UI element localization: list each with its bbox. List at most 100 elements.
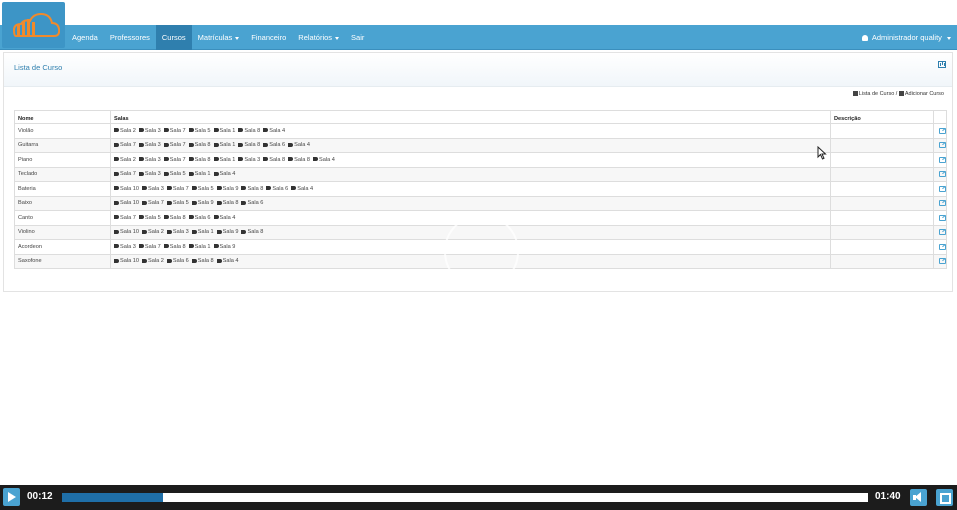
room-tag-label: Sala 3 — [144, 156, 161, 163]
user-label: Administrador quality — [871, 33, 942, 42]
room-tag: Sala 8 — [188, 157, 211, 163]
brand-logo[interactable] — [2, 2, 65, 48]
room-tag: Sala 8 — [241, 186, 263, 192]
tag-icon — [291, 186, 297, 191]
tag-icon — [141, 229, 147, 234]
room-tag-label: Sala 6 — [247, 200, 264, 207]
tag-icon — [216, 258, 222, 263]
edit-icon[interactable] — [939, 185, 946, 192]
tag-icon — [141, 258, 147, 263]
tag-icon — [191, 186, 197, 191]
video-progress-track[interactable] — [62, 493, 868, 502]
add-course-link[interactable]: Adicionar Curso — [905, 91, 944, 97]
tag-icon — [114, 258, 119, 263]
room-tag: Sala 4 — [213, 215, 235, 221]
room-tag: Sala 6 — [188, 215, 211, 221]
edit-icon[interactable] — [939, 258, 946, 264]
tag-icon — [238, 142, 244, 147]
description-cell — [830, 239, 934, 255]
room-tag: Sala 8 — [163, 215, 186, 221]
room-tag: Sala 9 — [213, 244, 235, 250]
edit-icon[interactable] — [939, 200, 946, 206]
actions-cell — [933, 181, 947, 197]
rooms-cell: Sala 7 Sala 3 Sala 5 Sala 1 Sala 4 — [110, 166, 831, 182]
room-tag-label: Sala 3 — [144, 127, 161, 134]
volume-button[interactable] — [910, 489, 927, 506]
tag-icon — [213, 142, 219, 147]
room-tag-label: Sala 2 — [120, 156, 136, 163]
tag-icon — [213, 215, 219, 220]
edit-icon[interactable] — [939, 229, 946, 235]
tag-icon — [141, 186, 147, 191]
nav-item-label: Sair — [351, 33, 365, 42]
actions-cell — [933, 166, 947, 182]
nav-item-relatorios[interactable]: Relatórios — [292, 25, 345, 50]
table-row: Baixo Sala 10 Sala 7 Sala 5 Sala 9 Sala 8 Sala… — [14, 195, 947, 211]
nav-item-professores[interactable]: Professores — [104, 25, 156, 50]
room-tag-label: Sala 1 — [194, 171, 211, 178]
nav-item-sair[interactable]: Sair — [345, 25, 370, 50]
room-tag: Sala 1 — [188, 244, 211, 250]
room-tag-label: Sala 7 — [169, 127, 186, 134]
user-menu[interactable]: Administrador quality — [862, 25, 951, 50]
file-icon — [898, 91, 904, 97]
room-tag: Sala 3 — [138, 142, 161, 148]
nav-item-agenda[interactable]: Agenda — [66, 25, 104, 50]
edit-icon[interactable] — [939, 127, 946, 134]
room-tag-label: Sala 1 — [219, 127, 236, 134]
edit-icon[interactable] — [939, 214, 946, 221]
tag-icon — [114, 186, 119, 191]
description-cell — [830, 123, 934, 139]
tag-icon — [191, 200, 197, 205]
nav-item-label: Financeiro — [251, 33, 287, 42]
cloud-logo-icon — [12, 12, 60, 37]
tag-icon — [163, 171, 169, 176]
room-tag-label: Sala 9 — [197, 200, 214, 207]
fullscreen-button[interactable] — [936, 489, 953, 506]
nav-item-matriculas[interactable]: Matrículas — [192, 25, 246, 50]
nav-item-financeiro[interactable]: Financeiro — [245, 25, 292, 50]
list-icon — [852, 91, 858, 97]
course-name-cell: Saxofone — [14, 253, 111, 269]
play-button[interactable] — [3, 488, 20, 506]
tag-icon — [163, 142, 169, 147]
room-tag-label: Sala 7 — [144, 243, 161, 250]
room-tag-label: Sala 4 — [222, 258, 239, 265]
room-tag: Sala 8 — [163, 244, 186, 250]
room-tag: Sala 7 — [114, 171, 136, 177]
tag-icon — [114, 229, 119, 234]
edit-icon[interactable] — [939, 142, 946, 148]
room-tag: Sala 1 — [213, 127, 236, 134]
room-tag-label: Sala 7 — [147, 200, 164, 207]
tag-icon — [114, 157, 119, 162]
edit-icon[interactable] — [939, 156, 946, 163]
course-name-cell: Guitarra — [14, 137, 111, 153]
room-tag: Sala 9 — [191, 200, 214, 207]
actions-cell — [933, 152, 947, 168]
room-tag-label: Sala 10 — [120, 258, 139, 265]
room-tag: Sala 3 — [138, 171, 161, 177]
room-tag: Sala 3 — [141, 186, 164, 192]
table-row: Violão Sala 2 Sala 3 Sala 7 Sala 5 Sala 1 Sala… — [14, 123, 947, 139]
table-row: Piano Sala 2 Sala 3 Sala 7 Sala 8 Sala 1 Sala … — [14, 152, 947, 168]
nav-menu: Agenda Professores Cursos Matrículas Finance… — [66, 25, 370, 50]
nav-item-cursos[interactable]: Cursos — [155, 25, 192, 50]
breadcrumb-list-link[interactable]: Lista de Curso — [859, 91, 894, 97]
course-name-cell: Teclado — [14, 166, 111, 182]
tag-icon — [138, 215, 144, 220]
tag-icon — [188, 171, 194, 176]
room-tag: Sala 7 — [166, 186, 189, 192]
room-tag: Sala 2 — [141, 258, 164, 264]
room-tag: Sala 2 — [114, 128, 136, 134]
edit-icon[interactable] — [939, 243, 946, 250]
mouse-cursor-icon — [817, 146, 827, 160]
chart-icon[interactable] — [938, 61, 946, 68]
tag-icon — [188, 157, 194, 162]
tag-icon — [163, 128, 169, 133]
room-tag-label: Sala 10 — [120, 185, 139, 192]
tag-icon — [216, 200, 222, 205]
room-tag: Sala 7 — [163, 127, 186, 134]
video-control-bar: 00:12 01:40 — [0, 485, 957, 510]
edit-icon[interactable] — [939, 171, 946, 177]
room-tag: Sala 3 — [166, 229, 189, 235]
